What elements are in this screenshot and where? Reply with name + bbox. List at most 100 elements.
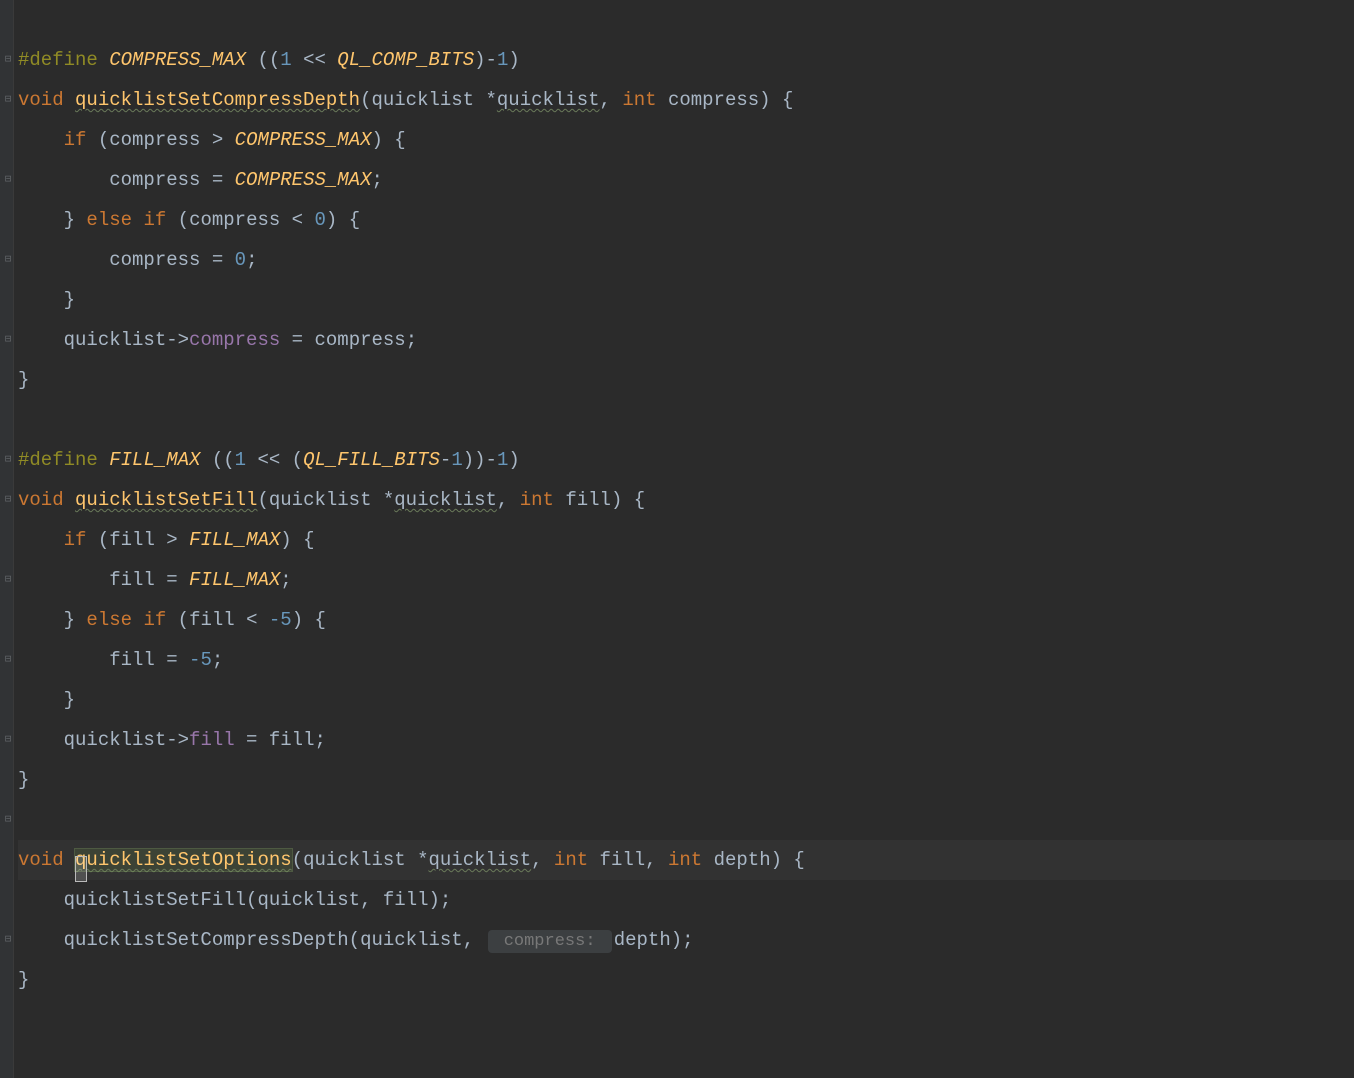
code-line[interactable]: fill = FILL_MAX; [18,560,1354,600]
variable: fill [109,569,155,591]
preprocessor-keyword: #define [18,49,98,71]
code-line[interactable]: } [18,680,1354,720]
keyword: if [143,609,166,631]
code-line[interactable]: } else if (fill < -5) { [18,600,1354,640]
code-text: - [440,449,451,471]
fold-marker-icon[interactable]: ⊟ [3,175,13,185]
param-name: fill [600,849,646,871]
code-line[interactable]: void quicklistSetFill(quicklist *quickli… [18,480,1354,520]
parameter-hint: compress: [488,930,612,953]
code-text: ) [508,449,519,471]
code-line[interactable]: fill = -5; [18,640,1354,680]
operator: > [155,529,189,551]
whitespace [75,609,86,631]
fold-marker-icon[interactable]: ⊟ [3,455,13,465]
code-text: ) { [759,89,793,111]
comma: , [360,889,383,911]
preprocessor-keyword: #define [18,449,98,471]
number-literal: 0 [235,249,246,271]
code-line[interactable]: void quicklistSetCompressDepth(quicklist… [18,80,1354,120]
operator: < [280,209,314,231]
number-literal: -5 [189,649,212,671]
variable: fill [109,649,155,671]
fold-marker-icon[interactable]: ⊟ [3,335,13,345]
argument: fill [383,889,429,911]
code-text: ) { [292,609,326,631]
code-line[interactable]: quicklistSetFill(quicklist, fill); [18,880,1354,920]
whitespace [200,449,211,471]
indent [18,609,64,631]
code-line[interactable]: quicklist->fill = fill; [18,720,1354,760]
code-text: ) [508,49,519,71]
code-line[interactable]: if (fill > FILL_MAX) { [18,520,1354,560]
indent [18,649,109,671]
param-type: quicklist * [371,89,496,111]
code-line[interactable]: quicklist->compress = compress; [18,320,1354,360]
operator: = [155,569,189,591]
number-literal: 1 [280,49,291,71]
code-line[interactable]: } [18,760,1354,800]
keyword: if [143,209,166,231]
code-line[interactable]: compress = COMPRESS_MAX; [18,160,1354,200]
code-line[interactable]: #define COMPRESS_MAX ((1 << QL_COMP_BITS… [18,40,1354,80]
keyword: int [520,489,554,511]
code-line[interactable]: if (compress > COMPRESS_MAX) { [18,120,1354,160]
variable: compress [189,209,280,231]
macro-name: COMPRESS_MAX [109,49,246,71]
brace: } [18,969,29,991]
code-text: ) { [771,849,805,871]
comma: , [600,89,623,111]
variable: fill [109,529,155,551]
fold-marker-icon[interactable]: ⊟ [3,495,13,505]
fold-marker-icon[interactable]: ⊟ [3,655,13,665]
code-line-blank[interactable] [18,400,1354,440]
macro-ref: QL_FILL_BITS [303,449,440,471]
whitespace [702,849,713,871]
whitespace [64,489,75,511]
code-text: (( [212,449,235,471]
whitespace [132,609,143,631]
whitespace [64,89,75,111]
keyword: else [86,609,132,631]
code-line[interactable]: #define FILL_MAX ((1 << (QL_FILL_BITS-1)… [18,440,1354,480]
param-name: depth [714,849,771,871]
fold-marker-icon[interactable]: ⊟ [3,575,13,585]
function-call: quicklistSetCompressDepth [64,929,349,951]
code-line[interactable]: } [18,280,1354,320]
code-line-current[interactable]: void quicklistSetOptions(quicklist *quic… [18,840,1354,880]
keyword: int [554,849,588,871]
code-line[interactable]: } else if (compress < 0) { [18,200,1354,240]
fold-marker-icon[interactable]: ⊟ [3,935,13,945]
semicolon: ; [371,169,382,191]
operator: = [200,169,234,191]
fold-marker-icon[interactable]: ⊟ [3,255,13,265]
variable: compress [314,329,405,351]
comma: , [531,849,554,871]
variable: quicklist [64,729,167,751]
code-editor[interactable]: #define COMPRESS_MAX ((1 << QL_COMP_BITS… [18,0,1354,1040]
code-line[interactable]: } [18,360,1354,400]
code-line[interactable]: quicklistSetCompressDepth(quicklist, com… [18,920,1354,960]
whitespace [246,49,257,71]
paren: ( [349,929,360,951]
operator: > [200,129,234,151]
indent [18,169,109,191]
fold-marker-icon[interactable]: ⊟ [3,735,13,745]
macro-ref: FILL_MAX [189,529,280,551]
fold-marker-icon[interactable]: ⊟ [3,815,13,825]
indent [18,329,64,351]
code-line-blank[interactable] [18,800,1354,840]
code-line[interactable]: } [18,960,1354,1000]
member-access: compress [189,329,280,351]
fold-marker-icon[interactable]: ⊟ [3,95,13,105]
macro-ref: COMPRESS_MAX [235,129,372,151]
param-name: compress [668,89,759,111]
arrow-operator: -> [166,729,189,751]
fold-marker-icon[interactable]: ⊟ [3,55,13,65]
param-type: quicklist * [303,849,428,871]
whitespace [554,489,565,511]
macro-ref: COMPRESS_MAX [235,169,372,191]
code-text: )- [474,49,497,71]
code-line[interactable]: compress = 0; [18,240,1354,280]
brace: } [64,689,75,711]
